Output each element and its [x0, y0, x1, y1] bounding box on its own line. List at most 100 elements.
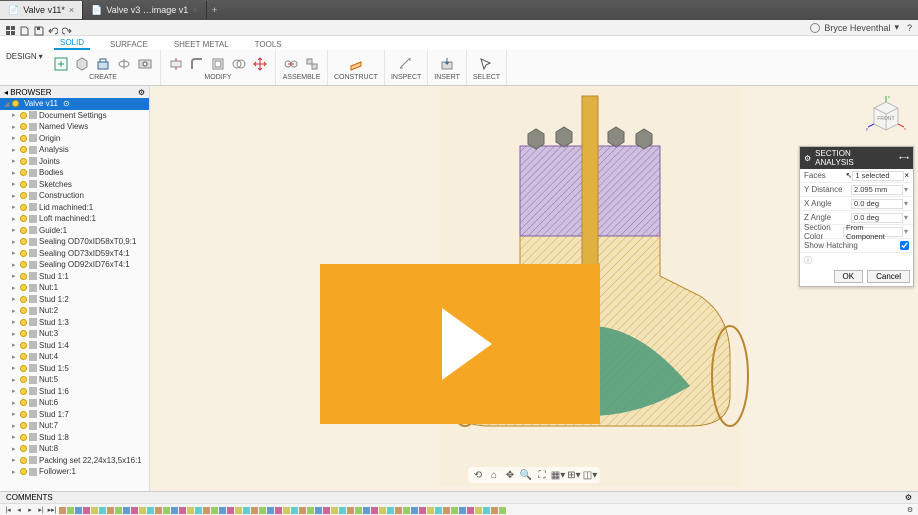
timeline-feature[interactable] — [211, 507, 218, 514]
close-icon[interactable]: × — [69, 5, 74, 15]
display-settings-icon[interactable]: ▦▾ — [552, 469, 564, 481]
timeline-feature[interactable] — [451, 507, 458, 514]
timeline-prev-icon[interactable]: ◂ — [15, 506, 23, 514]
file-icon[interactable] — [20, 23, 30, 33]
help-icon[interactable]: ? — [907, 23, 912, 33]
timeline-feature[interactable] — [107, 507, 114, 514]
timeline-feature[interactable] — [115, 507, 122, 514]
undo-icon[interactable] — [48, 23, 58, 33]
tab-solid[interactable]: SOLID — [54, 37, 90, 50]
tab-tools[interactable]: TOOLS — [249, 39, 288, 50]
combine-icon[interactable] — [230, 55, 248, 73]
tree-item[interactable]: ▸Stud 1:2 — [0, 294, 149, 306]
timeline-feature[interactable] — [323, 507, 330, 514]
timeline-feature[interactable] — [67, 507, 74, 514]
timeline-feature[interactable] — [491, 507, 498, 514]
timeline-feature[interactable] — [251, 507, 258, 514]
tree-item[interactable]: ▸Analysis — [0, 144, 149, 156]
tree-item[interactable]: ▸Sealing OD73xID59xT4:1 — [0, 248, 149, 260]
tree-item[interactable]: ▸Sketches — [0, 179, 149, 191]
timeline-feature[interactable] — [443, 507, 450, 514]
timeline-feature[interactable] — [83, 507, 90, 514]
tree-item[interactable]: ▸Nut:6 — [0, 397, 149, 409]
timeline-feature[interactable] — [411, 507, 418, 514]
timeline-feature[interactable] — [371, 507, 378, 514]
timeline-feature[interactable] — [331, 507, 338, 514]
settings-icon[interactable]: ⚙ — [905, 493, 912, 502]
fit-icon[interactable]: ⛶ — [536, 469, 548, 481]
tree-item[interactable]: ▸Nut:5 — [0, 374, 149, 386]
timeline-feature[interactable] — [203, 507, 210, 514]
timeline-feature[interactable] — [155, 507, 162, 514]
tree-item[interactable]: ▸Nut:2 — [0, 305, 149, 317]
timeline-feature[interactable] — [243, 507, 250, 514]
settings-icon[interactable]: ⊙ — [63, 99, 70, 108]
tree-item[interactable]: ▸Stud 1:5 — [0, 363, 149, 375]
tree-item[interactable]: ▸Sealing OD92xID76xT4:1 — [0, 259, 149, 271]
timeline-feature[interactable] — [139, 507, 146, 514]
info-icon[interactable]: ⓘ — [804, 255, 812, 266]
timeline-feature[interactable] — [163, 507, 170, 514]
timeline-feature[interactable] — [123, 507, 130, 514]
tree-item[interactable]: ▸Stud 1:3 — [0, 317, 149, 329]
timeline-feature[interactable] — [419, 507, 426, 514]
tree-root[interactable]: ◢ Valve v11 ⊙ — [0, 98, 149, 110]
settings-icon[interactable]: ⚙ — [138, 88, 145, 97]
document-tab-0[interactable]: 📄 Valve v11* × — [0, 1, 83, 19]
timeline-feature[interactable] — [355, 507, 362, 514]
timeline-feature[interactable] — [363, 507, 370, 514]
ok-button[interactable]: OK — [834, 270, 864, 283]
select-icon[interactable] — [477, 55, 495, 73]
comments-bar[interactable]: COMMENTS ⚙ — [0, 491, 918, 503]
timeline-feature[interactable] — [403, 507, 410, 514]
revolve-icon[interactable] — [115, 55, 133, 73]
chevron-down-icon[interactable]: ▾ — [903, 227, 909, 236]
viewport-settings-icon[interactable]: ◫▾ — [584, 469, 596, 481]
timeline-feature[interactable] — [99, 507, 106, 514]
tree-item[interactable]: ▸Lid machined:1 — [0, 202, 149, 214]
tree-item[interactable]: ▸Named Views — [0, 121, 149, 133]
extrude-icon[interactable] — [94, 55, 112, 73]
timeline-play-icon[interactable]: ▸ — [26, 506, 34, 514]
press-pull-icon[interactable] — [167, 55, 185, 73]
ydist-input[interactable]: 2.095 mm — [851, 185, 903, 195]
timeline-feature[interactable] — [267, 507, 274, 514]
hole-icon[interactable] — [136, 55, 154, 73]
timeline-feature[interactable] — [283, 507, 290, 514]
new-tab-button[interactable]: + — [207, 5, 223, 15]
chevron-down-icon[interactable]: ▾ — [903, 185, 909, 194]
timeline-feature[interactable] — [235, 507, 242, 514]
tree-item[interactable]: ▸Nut:4 — [0, 351, 149, 363]
timeline-feature[interactable] — [195, 507, 202, 514]
tree-item[interactable]: ▸Packing set 22,24x13,5x16:1 — [0, 455, 149, 467]
tree-item[interactable]: ▸Nut:8 — [0, 443, 149, 455]
grid-settings-icon[interactable]: ⊞▾ — [568, 469, 580, 481]
timeline-feature[interactable] — [299, 507, 306, 514]
tree-item[interactable]: ▸Loft machined:1 — [0, 213, 149, 225]
timeline-feature[interactable] — [395, 507, 402, 514]
section-color-select[interactable]: From Component — [843, 227, 903, 237]
tree-item[interactable]: ▸Bodies — [0, 167, 149, 179]
timeline-feature[interactable] — [459, 507, 466, 514]
move-icon[interactable] — [251, 55, 269, 73]
timeline-feature[interactable] — [147, 507, 154, 514]
as-built-joint-icon[interactable] — [303, 55, 321, 73]
viewcube[interactable]: FRONT x z y — [866, 94, 906, 138]
faces-value[interactable]: 1 selected — [852, 171, 904, 181]
timeline-feature[interactable] — [307, 507, 314, 514]
tree-item[interactable]: ▸Sealing OD70xID58xT0,9:1 — [0, 236, 149, 248]
zangle-input[interactable]: 0.0 deg — [851, 213, 903, 223]
timeline-feature[interactable] — [75, 507, 82, 514]
clear-selection-icon[interactable]: × — [904, 171, 909, 180]
tree-item[interactable]: ▸Joints — [0, 156, 149, 168]
pan-icon[interactable]: ✥ — [504, 469, 516, 481]
timeline-feature[interactable] — [187, 507, 194, 514]
tree-item[interactable]: ▸Stud 1:4 — [0, 340, 149, 352]
tree-item[interactable]: ▸Construction — [0, 190, 149, 202]
timeline-feature[interactable] — [179, 507, 186, 514]
grid-icon[interactable] — [6, 23, 16, 33]
close-icon[interactable]: × — [192, 5, 197, 15]
tree-item[interactable]: ▸Guide:1 — [0, 225, 149, 237]
timeline-feature[interactable] — [387, 507, 394, 514]
timeline-feature[interactable] — [219, 507, 226, 514]
